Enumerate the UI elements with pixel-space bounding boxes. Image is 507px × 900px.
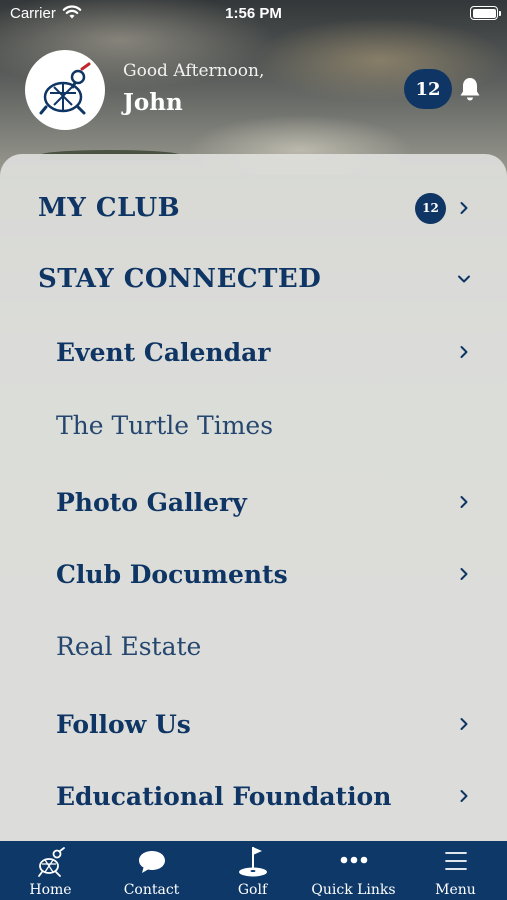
chevron-right-icon [460, 202, 468, 214]
chevron-down-icon [458, 275, 470, 283]
menu-item-label: Follow Us [56, 709, 191, 739]
tab-label: Home [29, 882, 72, 898]
tab-home[interactable]: Home [0, 841, 101, 900]
status-bar: Carrier 1:56 PM [0, 0, 507, 28]
turtle-logo-icon [39, 62, 91, 115]
tab-menu[interactable]: Menu [404, 841, 507, 900]
menu-item-educational-foundation[interactable]: Educational Foundation [0, 766, 507, 826]
menu-item-event-calendar[interactable]: Event Calendar [0, 322, 507, 382]
menu-item-real-estate[interactable]: Real Estate [0, 616, 507, 676]
bell-icon[interactable] [458, 76, 482, 102]
golf-flag-icon [238, 847, 267, 877]
battery-icon [470, 6, 501, 20]
menu-item-label: Educational Foundation [56, 781, 392, 811]
menu-item-the-turtle-times[interactable]: The Turtle Times [0, 395, 507, 455]
turtle-icon [37, 847, 65, 877]
chevron-right-icon [460, 496, 468, 508]
menu-item-stay-connected[interactable]: STAY CONNECTED [0, 249, 507, 309]
chevron-right-icon [460, 718, 468, 730]
tab-label: Contact [123, 882, 180, 898]
tab-label: Golf [237, 882, 268, 898]
user-name: John [123, 89, 183, 116]
menu-item-follow-us[interactable]: Follow Us [0, 694, 507, 754]
menu-item-label: Photo Gallery [56, 487, 247, 517]
chevron-right-icon [460, 568, 468, 580]
tab-golf[interactable]: Golf [202, 841, 303, 900]
hamburger-icon [444, 852, 467, 870]
greeting-text: Good Afternoon, [123, 61, 265, 81]
chevron-right-icon [460, 790, 468, 802]
tab-quick-links[interactable]: Quick Links [303, 841, 404, 900]
menu-item-photo-gallery[interactable]: Photo Gallery [0, 472, 507, 532]
bottom-tab-bar: Home Contact Golf Quick Links Menu [0, 841, 507, 900]
menu-item-label: Event Calendar [56, 337, 271, 367]
notification-count-badge[interactable]: 12 [404, 69, 452, 109]
menu-item-label: MY CLUB [38, 193, 181, 223]
tab-label: Menu [435, 882, 476, 898]
tab-contact[interactable]: Contact [101, 841, 202, 900]
more-dots-icon [340, 856, 367, 864]
menu-panel: MY CLUB 12 STAY CONNECTED Event Calendar… [0, 154, 507, 844]
menu-item-label: STAY CONNECTED [38, 264, 322, 294]
club-logo-avatar[interactable] [25, 50, 105, 130]
menu-item-label: Club Documents [56, 559, 288, 589]
tab-label: Quick Links [311, 882, 396, 898]
menu-item-label: The Turtle Times [56, 410, 274, 440]
chat-bubble-icon [138, 851, 165, 873]
my-club-count-badge: 12 [415, 192, 446, 224]
clock: 1:56 PM [225, 5, 282, 22]
menu-item-my-club[interactable]: MY CLUB 12 [0, 178, 507, 238]
menu-item-club-documents[interactable]: Club Documents [0, 544, 507, 604]
menu-item-label: Real Estate [56, 631, 202, 661]
chevron-right-icon [460, 346, 468, 358]
